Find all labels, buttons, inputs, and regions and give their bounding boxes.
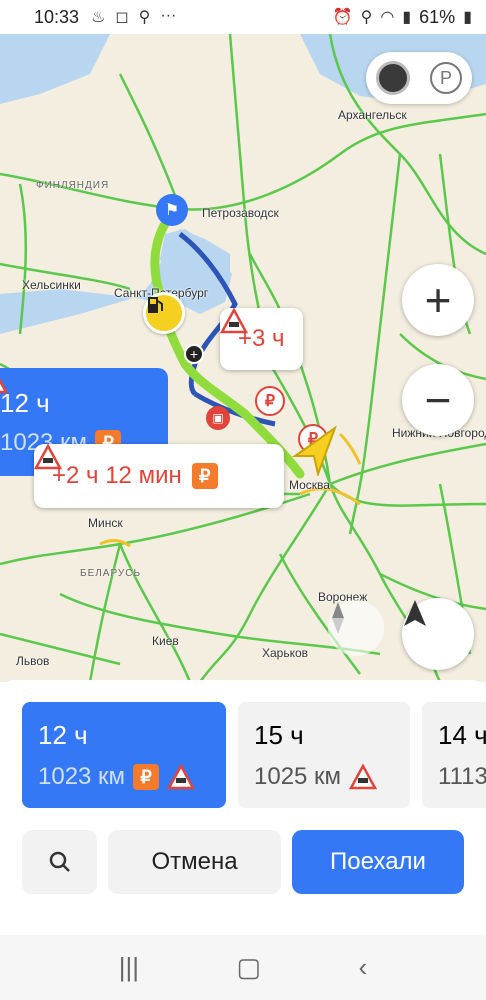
fuel-icon (148, 297, 163, 313)
search-button[interactable] (22, 830, 97, 894)
briefcase-icon: ▣ (212, 411, 224, 425)
more-icon: ··· (160, 7, 177, 24)
search-icon: ⚲ (138, 9, 151, 26)
city-label-kiev: Киев (152, 634, 179, 648)
system-navigation-bar: ||| ▢ ‹ (0, 935, 486, 1000)
compass-icon (332, 602, 344, 634)
railway-crossing-icon (34, 444, 62, 470)
map-view[interactable]: Архангельск Петрозаводск Хельсинки Санкт… (0, 34, 486, 682)
plus-icon: + (424, 274, 452, 326)
route-option-time: 14 ч (438, 720, 486, 750)
traffic-toggle-icon[interactable] (376, 61, 410, 95)
route-option-3[interactable]: 14 ч 1113 км (422, 702, 486, 808)
railway-crossing-icon (0, 378, 8, 394)
wifi-icon: ◠ (380, 9, 395, 26)
battery-icon: ▮ (463, 9, 472, 26)
city-label-helsinki: Хельсинки (22, 278, 81, 292)
status-time: 10:33 (34, 6, 80, 27)
city-label-moscow: Москва (289, 478, 330, 492)
briefcase-pin[interactable]: ▣ (206, 406, 230, 430)
app-root: 10:33 ♨ ◻ ⚲ ··· ⏰ ⚲ ◠ ▮ 61% ▮ Архангельс… (0, 0, 486, 1000)
city-label-petrozavodsk: Петрозаводск (202, 206, 279, 220)
minus-icon: − (424, 374, 452, 426)
alt-route-time-diff: +2 ч 12 мин (52, 462, 182, 489)
destination-arrow-icon (291, 426, 337, 476)
notification-icon: ♨ (91, 9, 106, 26)
country-label-belarus: БЕЛАРУСЬ (80, 568, 142, 579)
alt-route-bubble-bottom[interactable]: +2 ч 12 мин ₽ (34, 444, 284, 508)
railway-crossing-icon (167, 764, 196, 790)
route-start-pin[interactable]: ⚑ (156, 194, 188, 226)
toll-badge-icon: ₽ (191, 463, 218, 489)
go-button[interactable]: Поехали (292, 830, 464, 894)
ruble-icon: ₽ (264, 393, 276, 410)
city-label-lviv: Львов (16, 654, 50, 668)
route-option-distance: 1025 км (254, 763, 342, 790)
zoom-in-button[interactable]: + (402, 264, 474, 336)
route-option-time: 12 ч (38, 720, 88, 750)
map-layers-toggle: P (366, 52, 472, 104)
route-option-2[interactable]: 15 ч 1025 км (238, 702, 410, 808)
recent-apps-icon[interactable]: ||| (119, 952, 139, 983)
my-location-button[interactable] (402, 598, 474, 670)
back-icon[interactable]: ‹ (359, 952, 368, 983)
cancel-button[interactable]: Отмена (108, 830, 281, 894)
route-options-panel: 12 ч 1023 км ₽ 15 ч 1025 км 14 ч 1113 км… (0, 680, 486, 935)
compass-button[interactable] (328, 600, 384, 656)
status-system-icons: ⏰ ⚲ ◠ ▮ 61% ▮ (333, 7, 472, 28)
home-icon[interactable]: ▢ (236, 952, 261, 983)
plus-icon: + (189, 346, 199, 362)
alt-route-bubble-top[interactable]: +3 ч (220, 308, 303, 370)
waypoint-plus-pin[interactable]: + (184, 344, 204, 364)
status-notification-icons: ♨ ◻ ⚲ ··· (91, 7, 176, 27)
route-option-time: 15 ч (254, 720, 304, 750)
city-label-kharkiv: Харьков (262, 646, 309, 660)
city-label-arkhangelsk: Архангельск (338, 108, 407, 122)
city-label-minsk: Минск (88, 516, 123, 530)
location-icon: ⚲ (360, 9, 373, 26)
railway-crossing-icon (349, 764, 378, 790)
toll-road-pin[interactable]: ₽ (255, 386, 285, 416)
toll-badge-icon: ₽ (133, 764, 160, 790)
zoom-out-button[interactable]: − (402, 364, 474, 436)
battery-percent: 61% (419, 6, 456, 27)
signpost-icon: ⚑ (164, 202, 180, 219)
railway-crossing-icon (220, 308, 248, 334)
status-bar: 10:33 ♨ ◻ ⚲ ··· ⏰ ⚲ ◠ ▮ 61% ▮ (0, 0, 486, 34)
route-option-1[interactable]: 12 ч 1023 км ₽ (22, 702, 226, 808)
baltic-north (0, 34, 110, 104)
country-label-finland: ФИНЛЯНДИЯ (36, 180, 110, 191)
navigation-arrow-icon (404, 600, 426, 626)
route-card-time: 12 ч (0, 388, 50, 418)
search-icon (49, 851, 70, 872)
instagram-icon: ◻ (115, 9, 129, 26)
parking-toggle-icon[interactable]: P (430, 62, 462, 94)
route-option-distance: 1023 км (38, 763, 126, 790)
route-option-distance: 1113 км (438, 763, 486, 790)
signal-icon: ▮ (402, 9, 412, 26)
alarm-icon: ⏰ (332, 9, 353, 26)
gas-station-pin[interactable] (143, 292, 185, 334)
